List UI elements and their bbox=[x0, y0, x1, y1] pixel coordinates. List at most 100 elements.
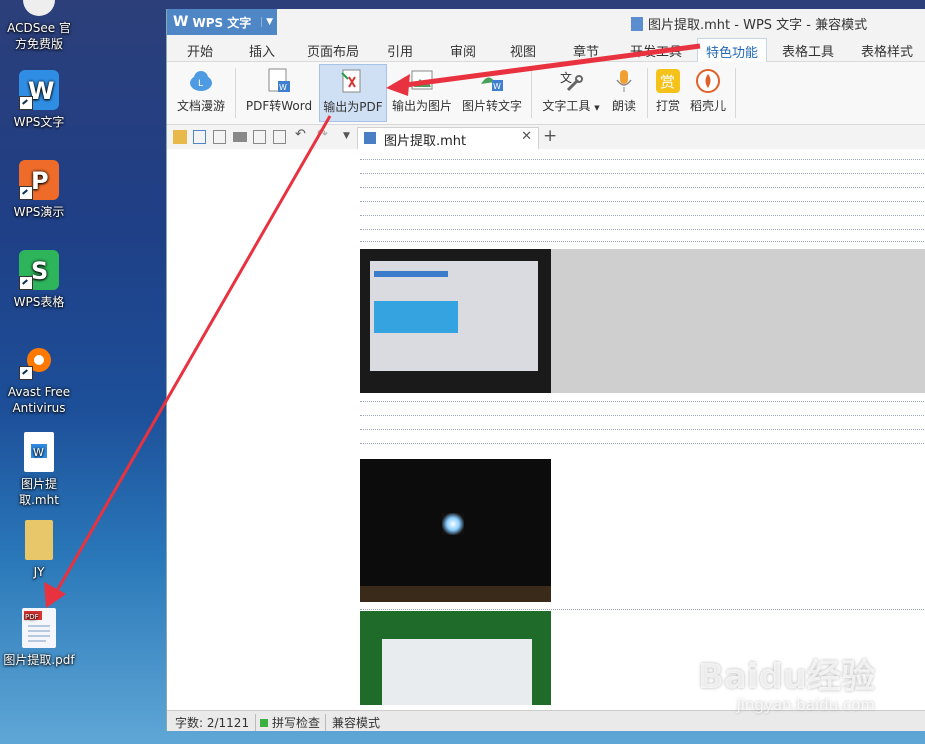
redo-icon[interactable]: ↷ bbox=[317, 127, 331, 142]
photo-dialog bbox=[370, 261, 538, 371]
menu-view[interactable]: 视图 bbox=[510, 41, 536, 60]
status-indicator-icon bbox=[260, 719, 268, 727]
menu-review[interactable]: 审阅 bbox=[450, 41, 476, 60]
text-tools-label: 文字工具 ▼ bbox=[542, 99, 600, 113]
export-icon[interactable] bbox=[213, 130, 226, 144]
undo-icon[interactable]: ↶ bbox=[295, 127, 309, 142]
spell-check-icon[interactable] bbox=[273, 130, 286, 144]
desktop-icon-label: WPS文字 bbox=[13, 115, 65, 129]
menu-table-tools[interactable]: 表格工具 bbox=[782, 41, 834, 60]
page-line bbox=[360, 609, 925, 610]
menu-references[interactable]: 引用 bbox=[387, 41, 413, 60]
text-tools-button[interactable]: 文 文字工具 ▼ bbox=[539, 64, 603, 120]
svg-text:P: P bbox=[31, 167, 49, 195]
ribbon-separator bbox=[735, 68, 736, 118]
desktop-icon-label: WPS演示 bbox=[13, 205, 65, 219]
acdsee-icon bbox=[23, 0, 55, 16]
page-line bbox=[360, 429, 925, 430]
svg-text:文: 文 bbox=[560, 70, 572, 85]
menu-home[interactable]: 开始 bbox=[187, 41, 213, 60]
wps-spreadsheet-icon: S bbox=[19, 250, 59, 290]
print-preview-icon[interactable] bbox=[253, 130, 266, 144]
document-icon bbox=[364, 132, 376, 144]
reward-label: 打赏 bbox=[655, 99, 680, 113]
export-image-button[interactable]: 输出为图片 bbox=[390, 64, 454, 120]
export-pdf-icon bbox=[340, 69, 366, 95]
menu-table-style[interactable]: 表格样式 bbox=[861, 41, 913, 60]
image-to-text-button[interactable]: W 图片转文字 bbox=[459, 64, 525, 120]
menu-chapter[interactable]: 章节 bbox=[573, 41, 599, 60]
embedded-image-3[interactable] bbox=[360, 611, 551, 705]
doc-roaming-label: 文档漫游 bbox=[176, 99, 225, 113]
desktop-icon-label: 图片提取.pdf bbox=[3, 653, 75, 667]
pdf-to-word-button[interactable]: W PDF转Word bbox=[243, 64, 315, 120]
export-image-icon bbox=[409, 68, 435, 94]
svg-text:W: W bbox=[279, 83, 287, 92]
quick-access-toolbar: ↶ ↷ ▼ 图片提取.mht ✕ + bbox=[167, 125, 925, 150]
read-aloud-button[interactable]: 朗读 bbox=[607, 64, 641, 120]
docer-button[interactable]: 稻壳儿 bbox=[687, 64, 729, 120]
svg-text:L: L bbox=[198, 79, 203, 89]
installer-dialog bbox=[382, 639, 532, 705]
svg-text:赏: 赏 bbox=[660, 73, 675, 91]
ribbon-separator bbox=[531, 68, 532, 118]
menu-special-features[interactable]: 特色功能 bbox=[697, 38, 768, 64]
tab-document-label: 图片提取.mht bbox=[384, 134, 467, 149]
word-count[interactable]: 字数: 2/1121 bbox=[175, 714, 249, 731]
wrench-icon: 文 bbox=[558, 68, 584, 94]
chevron-down-icon[interactable]: ▼ bbox=[261, 17, 273, 27]
desktop-icon-label: 图片提取.mht bbox=[19, 477, 59, 507]
document-area[interactable] bbox=[360, 149, 925, 705]
wps-writer-icon: W bbox=[19, 70, 59, 110]
docer-flame-icon bbox=[695, 68, 721, 94]
new-tab-icon[interactable]: + bbox=[543, 126, 557, 146]
print-icon[interactable] bbox=[233, 132, 247, 142]
pdf-to-word-label: PDF转Word bbox=[245, 99, 313, 113]
desktop-icon-jy-folder[interactable]: JY bbox=[2, 520, 76, 580]
chevron-down-icon[interactable]: ▼ bbox=[343, 131, 357, 145]
embedded-image-1[interactable] bbox=[360, 249, 925, 393]
embedded-image-2[interactable] bbox=[360, 459, 551, 602]
microphone-icon bbox=[611, 68, 637, 94]
desktop-icon-pdf-file[interactable]: PDF 图片提取.pdf bbox=[2, 608, 76, 668]
window-title: 图片提取.mht - WPS 文字 - 兼容模式 bbox=[631, 14, 867, 33]
desktop-icon-label: JY bbox=[33, 565, 45, 579]
desktop-icon-acdsee[interactable]: ACDSee 官方免费版 bbox=[2, 0, 76, 52]
desktop-icon-mht-file[interactable]: W 图片提取.mht bbox=[2, 432, 76, 508]
page-line bbox=[360, 159, 925, 160]
tab-document[interactable]: 图片提取.mht ✕ bbox=[357, 127, 539, 149]
wps-app-button-label: WPS 文字 bbox=[192, 15, 252, 30]
compat-mode: 兼容模式 bbox=[325, 714, 380, 731]
export-image-label: 输出为图片 bbox=[391, 99, 452, 113]
navigation-pane bbox=[167, 149, 361, 705]
windows-logo-glow bbox=[442, 513, 464, 535]
image-to-text-icon: W bbox=[479, 68, 505, 94]
menu-developer[interactable]: 开发工具 bbox=[630, 41, 682, 60]
wps-app-button[interactable]: W WPS 文字 ▼ bbox=[167, 9, 277, 35]
desktop-icon-avast[interactable]: Avast Free Antivirus bbox=[2, 340, 76, 416]
desktop-icon-wps-presentation[interactable]: P WPS演示 bbox=[2, 160, 76, 220]
image-to-text-label: 图片转文字 bbox=[461, 99, 522, 113]
cloud-icon: L bbox=[188, 68, 214, 94]
reward-button[interactable]: 赏 打赏 bbox=[653, 64, 683, 120]
page-line bbox=[360, 173, 925, 174]
desktop-icon-wps-writer[interactable]: W WPS文字 bbox=[2, 70, 76, 130]
menu-page-layout[interactable]: 页面布局 bbox=[307, 41, 359, 60]
open-folder-icon[interactable] bbox=[173, 130, 187, 144]
menu-bar: 开始 插入 页面布局 引用 审阅 视图 章节 开发工具 特色功能 表格工具 表格… bbox=[167, 35, 925, 64]
close-icon[interactable]: ✕ bbox=[521, 129, 532, 144]
svg-text:W: W bbox=[33, 446, 44, 459]
export-pdf-button[interactable]: 输出为PDF bbox=[319, 64, 387, 122]
save-icon[interactable] bbox=[193, 130, 206, 144]
wps-logo-icon: W bbox=[173, 14, 189, 30]
pdf-file-icon: PDF bbox=[22, 608, 56, 648]
desktop-icon-wps-spreadsheet[interactable]: S WPS表格 bbox=[2, 250, 76, 310]
arrowhead-icon bbox=[44, 582, 66, 608]
desktop-icon-label: Avast Free Antivirus bbox=[7, 385, 71, 415]
page-line bbox=[360, 229, 925, 230]
spell-check-status[interactable]: 拼写检查 bbox=[255, 714, 320, 731]
menu-insert[interactable]: 插入 bbox=[249, 41, 275, 60]
read-aloud-label: 朗读 bbox=[611, 99, 636, 113]
doc-roaming-button[interactable]: L 文档漫游 bbox=[173, 64, 229, 120]
pdf-to-word-icon: W bbox=[266, 68, 292, 94]
